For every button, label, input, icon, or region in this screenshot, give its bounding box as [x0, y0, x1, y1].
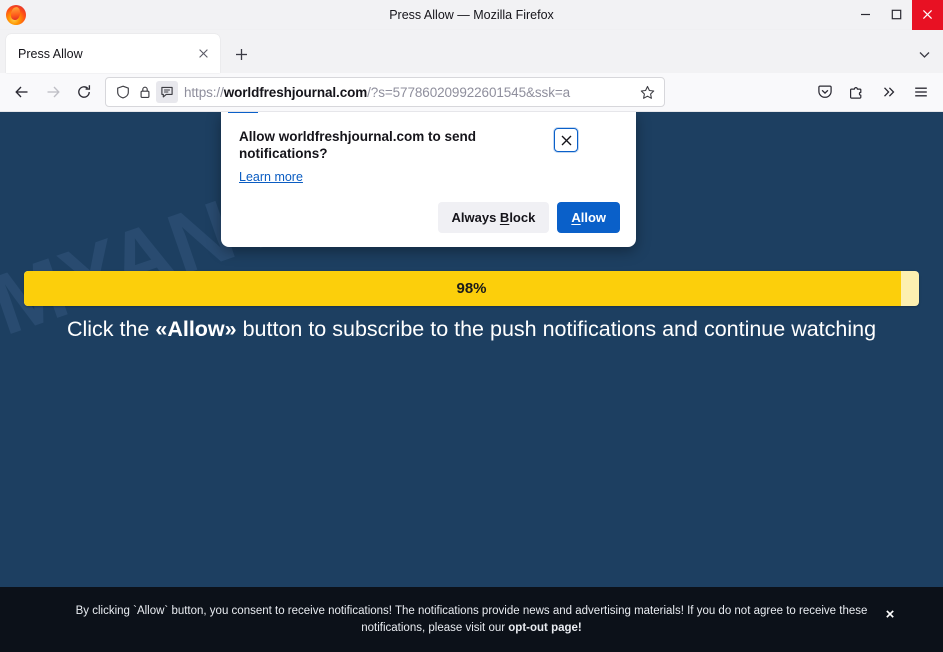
doorhanger-close-icon[interactable] — [554, 128, 578, 152]
window-title: Press Allow — Mozilla Firefox — [0, 0, 943, 30]
allow-button[interactable]: Allow — [557, 202, 620, 233]
consent-text-body: By clicking `Allow` button, you consent … — [76, 605, 868, 634]
tab-close-icon[interactable] — [192, 43, 214, 65]
list-all-tabs-chevron-down-icon[interactable] — [909, 39, 939, 69]
consent-banner-close-icon[interactable]: × — [881, 605, 899, 623]
page-content: MYANTISPYWARE.COM 98% Click the «Allow» … — [0, 112, 943, 652]
new-tab-button[interactable] — [226, 39, 256, 69]
toolbar-right-icons — [809, 78, 937, 107]
back-button-arrow-left-icon[interactable] — [6, 78, 37, 107]
doorhanger-title: Allow worldfreshjournal.com to send noti… — [239, 128, 554, 162]
progress-percent-label: 98% — [24, 271, 919, 306]
url-bar[interactable]: https://worldfreshjournal.com/?s=5778602… — [105, 77, 665, 107]
navigation-toolbar: https://worldfreshjournal.com/?s=5778602… — [0, 73, 943, 112]
url-text[interactable]: https://worldfreshjournal.com/?s=5778602… — [184, 85, 634, 100]
progress-bar: 98% — [24, 271, 919, 306]
allow-accesskey: A — [571, 210, 580, 225]
consent-banner: By clicking `Allow` button, you consent … — [0, 587, 943, 652]
firefox-logo-icon — [6, 5, 26, 25]
tab-press-allow[interactable]: Press Allow — [6, 34, 220, 73]
extensions-puzzle-icon[interactable] — [841, 78, 873, 107]
notifications-permission-icon[interactable] — [156, 81, 178, 103]
reload-button-refresh-icon[interactable] — [68, 78, 99, 107]
doorhanger-header: Allow worldfreshjournal.com to send noti… — [239, 128, 620, 162]
minimize-button[interactable] — [850, 0, 881, 30]
doorhanger-actions: Always Block Allow — [239, 202, 620, 233]
allow-suffix: llow — [581, 210, 606, 225]
url-host: worldfreshjournal.com — [224, 85, 367, 100]
bookmark-star-icon[interactable] — [634, 79, 660, 105]
forward-button-arrow-right-icon[interactable] — [37, 78, 68, 107]
tab-title: Press Allow — [18, 47, 192, 61]
headline-after: button to subscribe to the push notifica… — [237, 317, 876, 341]
learn-more-link[interactable]: Learn more — [239, 170, 303, 184]
overflow-chevrons-right-icon[interactable] — [873, 78, 905, 107]
maximize-button[interactable] — [881, 0, 912, 30]
title-bar: Press Allow — Mozilla Firefox — [0, 0, 943, 30]
headline-emphasis: «Allow» — [155, 317, 236, 341]
browser-window: Press Allow — Mozilla Firefox Press Allo… — [0, 0, 943, 652]
always-block-accesskey: B — [500, 210, 509, 225]
page-headline: Click the «Allow» button to subscribe to… — [0, 317, 943, 342]
always-block-prefix: Always — [452, 210, 500, 225]
notification-permission-dialog: Allow worldfreshjournal.com to send noti… — [221, 112, 636, 247]
close-window-button[interactable] — [912, 0, 943, 30]
tab-strip: Press Allow — [0, 30, 943, 73]
url-scheme: https:// — [184, 85, 224, 100]
lock-icon[interactable] — [134, 81, 156, 103]
window-controls — [850, 0, 943, 30]
opt-out-link[interactable]: opt-out page! — [508, 622, 581, 634]
consent-banner-text: By clicking `Allow` button, you consent … — [40, 603, 903, 637]
headline-before: Click the — [67, 317, 155, 341]
pocket-icon[interactable] — [809, 78, 841, 107]
app-menu-hamburger-icon[interactable] — [905, 78, 937, 107]
url-path: /?s=577860209922601545&ssk=a — [367, 85, 570, 100]
shield-icon[interactable] — [112, 81, 134, 103]
doorhanger-anchor — [228, 112, 258, 113]
always-block-suffix: lock — [509, 210, 535, 225]
always-block-button[interactable]: Always Block — [438, 202, 550, 233]
